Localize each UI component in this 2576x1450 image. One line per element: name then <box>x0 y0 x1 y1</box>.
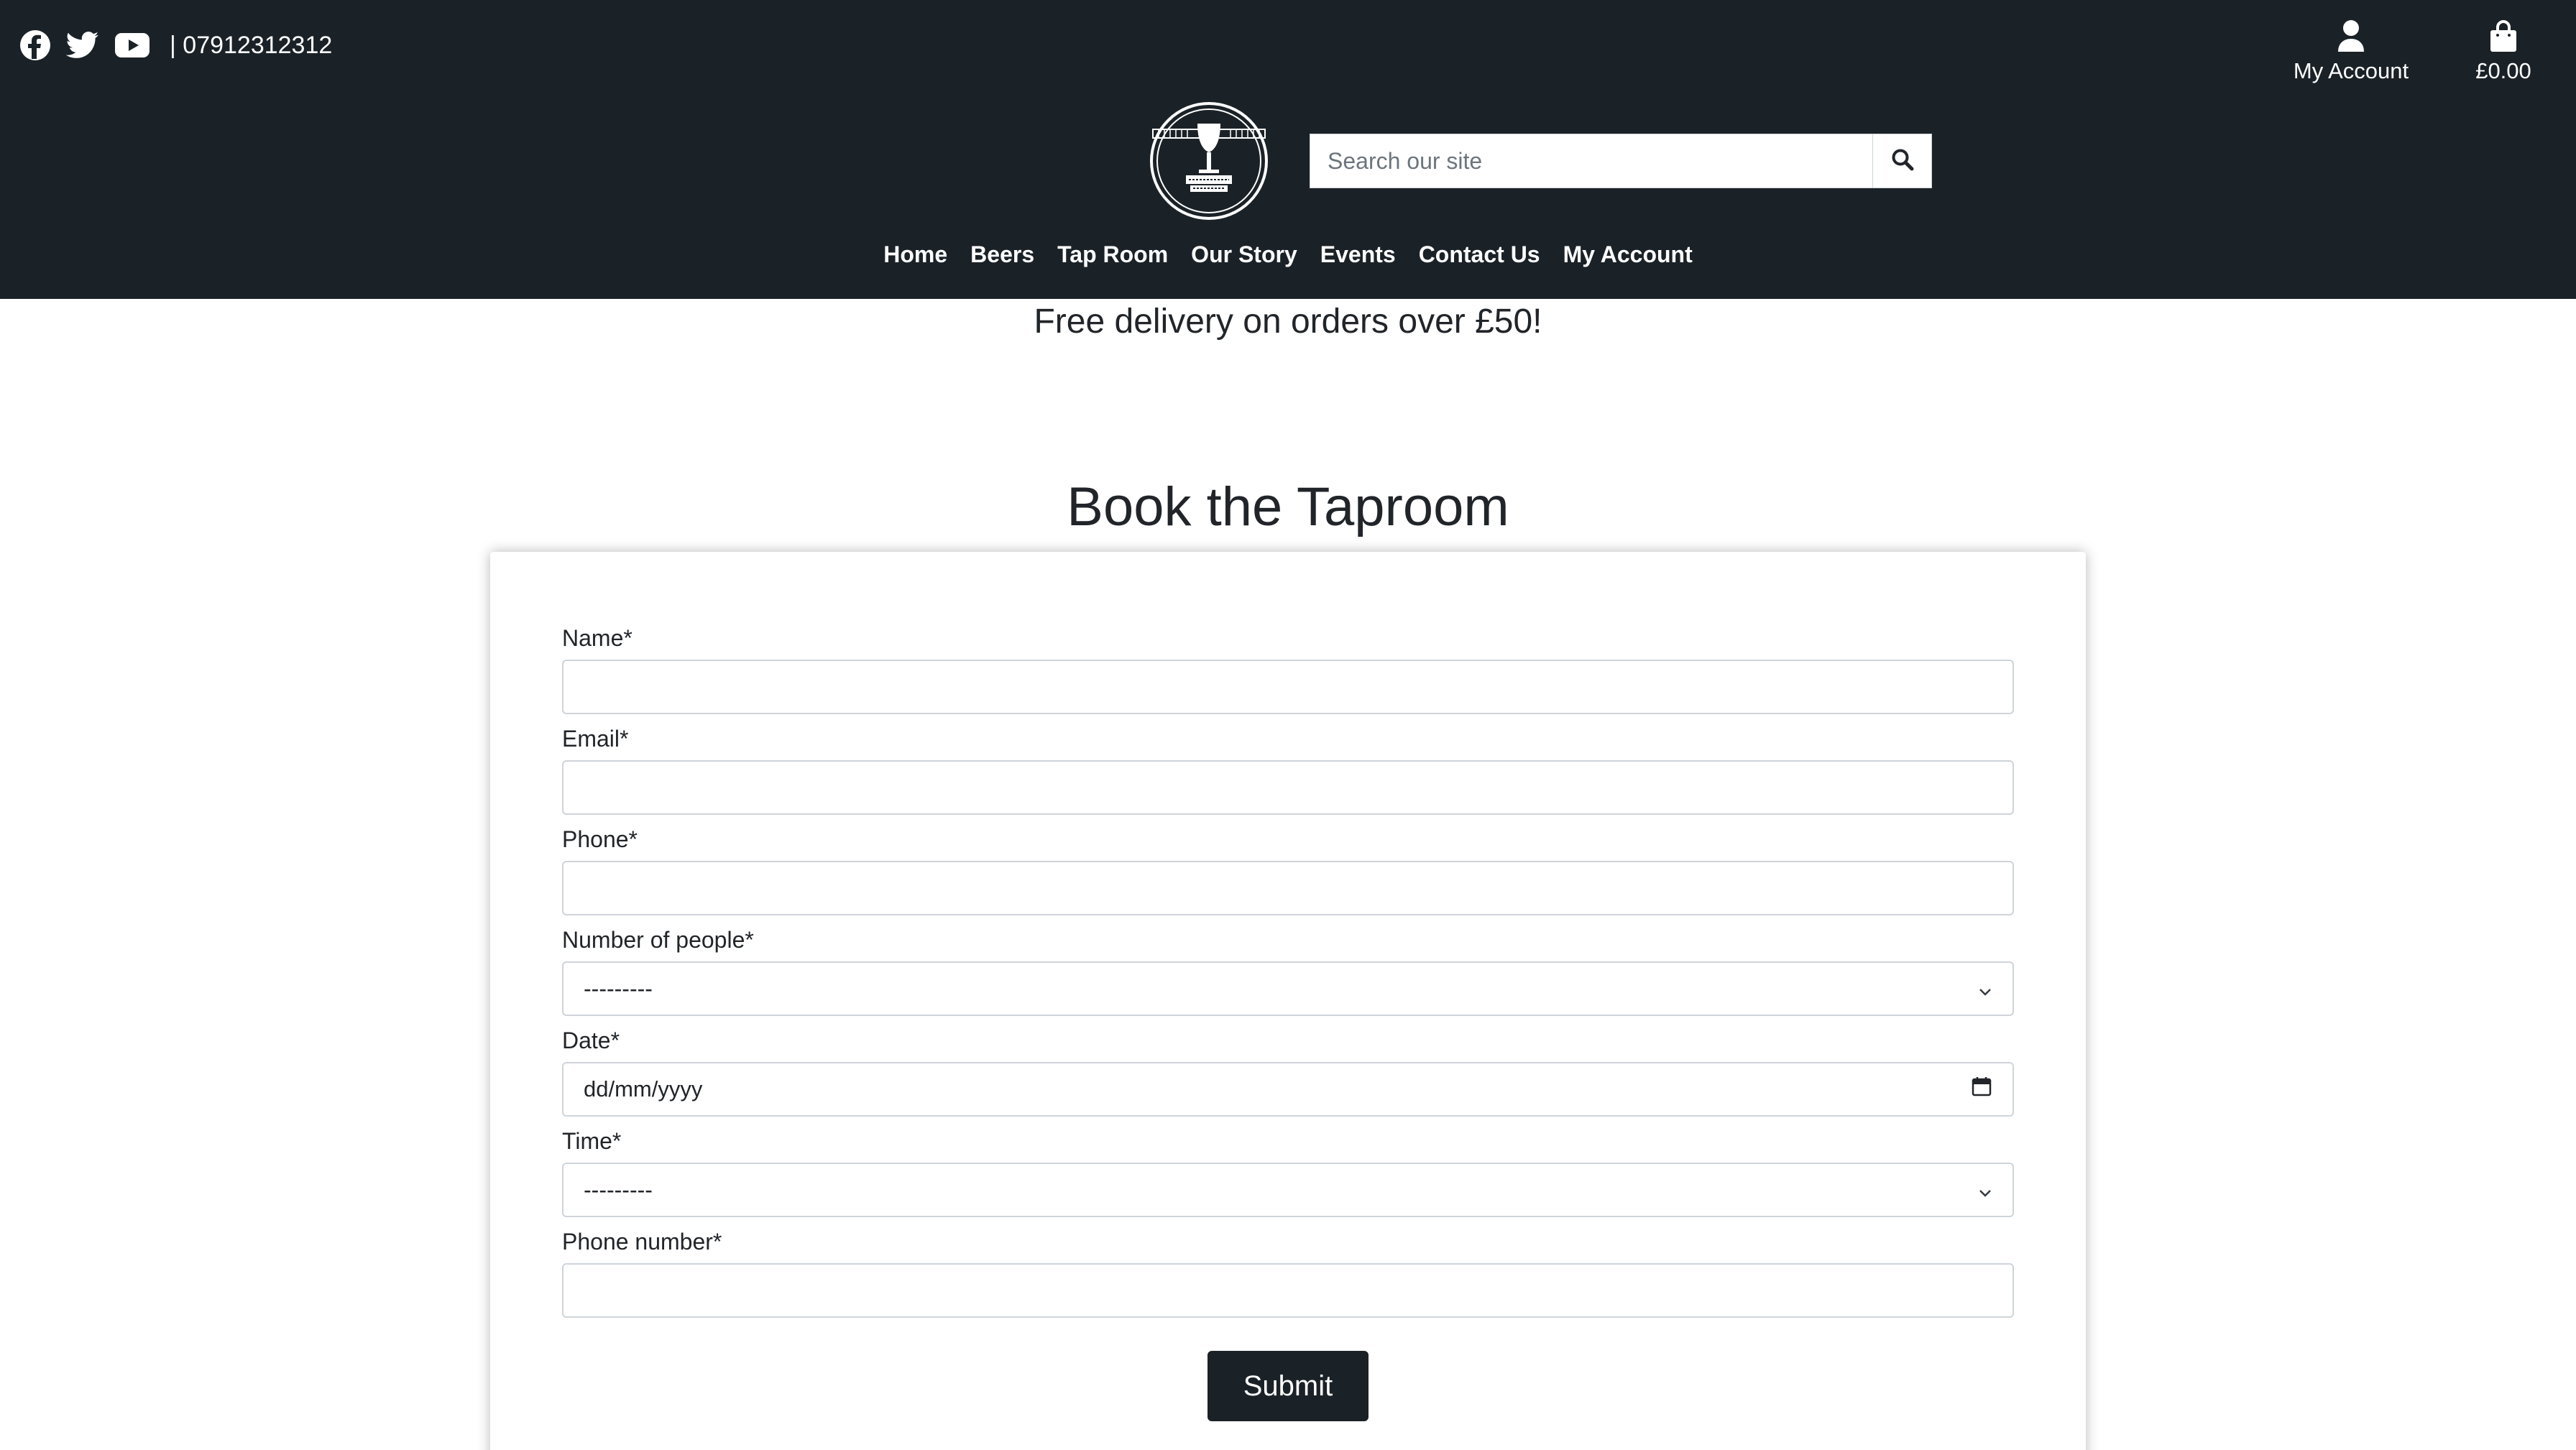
social-links: | 07912312312 <box>20 27 332 63</box>
youtube-icon[interactable] <box>115 33 150 57</box>
phone-input[interactable] <box>562 861 2014 915</box>
brewery-logo[interactable] <box>1149 101 1269 221</box>
my-account-link[interactable]: My Account <box>2290 20 2412 84</box>
calendar-icon[interactable] <box>1971 1076 1992 1103</box>
date-input[interactable]: dd/mm/yyyy <box>562 1062 2014 1117</box>
people-label: Number of people* <box>562 927 754 953</box>
submit-button[interactable]: Submit <box>1208 1351 1368 1421</box>
nav-events[interactable]: Events <box>1309 241 1407 268</box>
phone-number-label: Phone number* <box>562 1229 722 1255</box>
phone-number-input[interactable] <box>562 1263 2014 1318</box>
time-select[interactable]: --------- <box>562 1163 2014 1217</box>
page-title: Book the Taproom <box>1067 476 1509 537</box>
people-field-group: Number of people* --------- <box>562 927 2014 1016</box>
page: | 07912312312 My Account £0.00 Search ou… <box>0 0 2576 1450</box>
time-field-group: Time* --------- <box>562 1128 2014 1217</box>
user-icon <box>2337 20 2365 55</box>
date-field-group: Date* dd/mm/yyyy <box>562 1028 2014 1117</box>
phone-number-field-group: Phone number* <box>562 1229 2014 1318</box>
my-account-label: My Account <box>2293 58 2409 83</box>
phone-label: Phone* <box>562 826 638 852</box>
email-label: Email* <box>562 726 629 752</box>
date-value: dd/mm/yyyy <box>584 1076 703 1102</box>
chevron-down-icon <box>1978 976 1992 1002</box>
name-label: Name* <box>562 625 632 651</box>
people-value: --------- <box>584 975 653 1002</box>
basket-link[interactable]: £0.00 <box>2465 20 2542 84</box>
phone-field-group: Phone* <box>562 826 2014 915</box>
people-select[interactable]: --------- <box>562 961 2014 1016</box>
nav-home[interactable]: Home <box>872 241 959 268</box>
email-input[interactable] <box>562 760 2014 815</box>
nav-my-account[interactable]: My Account <box>1552 241 1704 268</box>
time-label: Time* <box>562 1128 622 1154</box>
nav-tap-room[interactable]: Tap Room <box>1046 241 1179 268</box>
site-search <box>1310 134 1932 188</box>
time-value: --------- <box>584 1176 653 1203</box>
site-header: | 07912312312 My Account £0.00 Search ou… <box>0 0 2576 299</box>
booking-form: Name* Email* Phone* Number of people* --… <box>490 552 2086 1450</box>
delivery-banner: Free delivery on orders over £50! <box>1034 303 1542 341</box>
search-input[interactable] <box>1310 134 1872 188</box>
phone-number: | 07912312312 <box>170 31 333 59</box>
chevron-down-icon <box>1978 1177 1992 1204</box>
date-label: Date* <box>562 1028 620 1053</box>
twitter-icon[interactable] <box>66 32 99 59</box>
nav-contact-us[interactable]: Contact Us <box>1407 241 1552 268</box>
email-field-group: Email* <box>562 726 2014 815</box>
main-nav: Home Beers Tap Room Our Story Events Con… <box>0 241 2576 268</box>
nav-our-story[interactable]: Our Story <box>1179 241 1309 268</box>
name-input[interactable] <box>562 660 2014 714</box>
nav-beers[interactable]: Beers <box>959 241 1046 268</box>
shopping-bag-icon <box>2490 20 2517 55</box>
basket-total: £0.00 <box>2475 58 2531 83</box>
search-icon <box>1891 148 1914 175</box>
name-field-group: Name* <box>562 625 2014 714</box>
facebook-icon[interactable] <box>20 30 50 60</box>
search-button[interactable] <box>1872 134 1931 188</box>
